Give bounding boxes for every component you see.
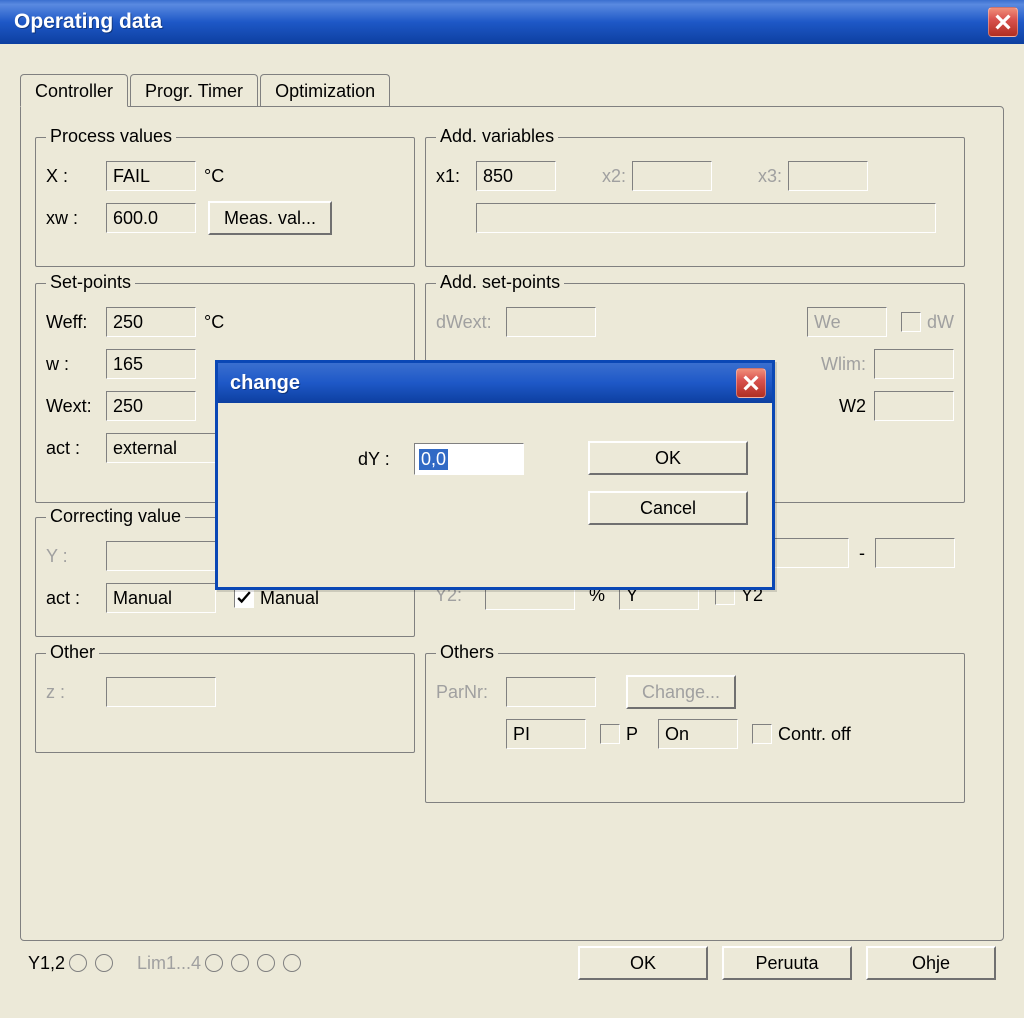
group-title: Other	[46, 642, 99, 663]
group-add-variables: Add. variables x1: 850 x2: x3:	[425, 137, 965, 267]
help-button[interactable]: Ohje	[866, 946, 996, 980]
w-label: w :	[46, 354, 106, 375]
close-icon[interactable]	[988, 7, 1018, 37]
corr-act-field: Manual	[106, 583, 216, 613]
lim3-radio	[257, 954, 275, 972]
y2-radio	[95, 954, 113, 972]
cancel-button[interactable]: Peruuta	[722, 946, 852, 980]
tab-progr-timer[interactable]: Progr. Timer	[130, 74, 258, 106]
cv-minus2-field	[875, 538, 955, 568]
dy-value: 0,0	[419, 449, 448, 470]
xw-field: 600.0	[106, 203, 196, 233]
we-field: We	[807, 307, 887, 337]
w2-field	[874, 391, 954, 421]
z-label: z :	[46, 682, 106, 703]
tab-optimization[interactable]: Optimization	[260, 74, 390, 106]
lim-label: Lim1...4	[137, 953, 201, 974]
group-title: Set-points	[46, 272, 135, 293]
parnr-field	[506, 677, 596, 707]
lim4-radio	[283, 954, 301, 972]
group-others: Others ParNr: Change... PI P On	[425, 653, 965, 803]
x2-field	[632, 161, 712, 191]
ok-button[interactable]: OK	[578, 946, 708, 980]
act-field: external	[106, 433, 216, 463]
x3-label: x3:	[732, 166, 782, 187]
manual-label: Manual	[260, 588, 319, 609]
p-checkbox	[600, 724, 620, 744]
lim2-radio	[231, 954, 249, 972]
x-label: X :	[46, 166, 106, 187]
y12-label: Y1,2	[28, 953, 65, 974]
dy-input[interactable]: 0,0	[414, 443, 524, 475]
dw-label: dW	[927, 312, 954, 333]
dwext-field	[506, 307, 596, 337]
group-title: Process values	[46, 126, 176, 147]
group-title: Others	[436, 642, 498, 663]
y1-radio	[69, 954, 87, 972]
x1-field: 850	[476, 161, 556, 191]
wext-field[interactable]: 250	[106, 391, 196, 421]
x3-field	[788, 161, 868, 191]
corr-act-label: act :	[46, 588, 106, 609]
dw-checkbox	[901, 312, 921, 332]
xw-label: xw :	[46, 208, 106, 229]
bottom-bar: Y1,2 Lim1...4 OK Peruuta Ohje	[20, 946, 1004, 980]
dwext-label: dWext:	[436, 312, 506, 333]
modal-titlebar: change	[218, 363, 772, 403]
w-field[interactable]: 165	[106, 349, 196, 379]
pi-field: PI	[506, 719, 586, 749]
change-dialog: change dY : 0,0 OK Cancel	[215, 360, 775, 590]
wlim-label: Wlim:	[806, 354, 866, 375]
w2-label: W2	[839, 396, 866, 417]
modal-ok-button[interactable]: OK	[588, 441, 748, 475]
group-other: Other z :	[35, 653, 415, 753]
controff-label: Contr. off	[778, 724, 851, 745]
modal-cancel-button[interactable]: Cancel	[588, 491, 748, 525]
tab-row: Controller Progr. Timer Optimization	[20, 70, 1004, 106]
group-title: Add. set-points	[436, 272, 564, 293]
change-button: Change...	[626, 675, 736, 709]
act-label: act :	[46, 438, 106, 459]
dy-label: dY :	[358, 449, 390, 470]
weff-label: Weff:	[46, 312, 106, 333]
manual-checkbox[interactable]	[234, 588, 254, 608]
close-icon[interactable]	[736, 368, 766, 398]
cv-minus-field	[769, 538, 849, 568]
meas-val-button[interactable]: Meas. val...	[208, 201, 332, 235]
lim1-radio	[205, 954, 223, 972]
x-field: FAIL	[106, 161, 196, 191]
x1-label: x1:	[436, 166, 476, 187]
x2-label: x2:	[576, 166, 626, 187]
window-title: Operating data	[14, 10, 162, 34]
main-titlebar: Operating data	[0, 0, 1024, 44]
x-unit: °C	[204, 166, 224, 187]
weff-unit: °C	[204, 312, 224, 333]
on-field: On	[658, 719, 738, 749]
parnr-label: ParNr:	[436, 682, 506, 703]
modal-title: change	[230, 372, 300, 395]
add-var-long-field	[476, 203, 936, 233]
z-field	[106, 677, 216, 707]
controff-checkbox	[752, 724, 772, 744]
group-title: Correcting value	[46, 506, 185, 527]
wext-label: Wext:	[46, 396, 106, 417]
weff-field: 250	[106, 307, 196, 337]
y-label: Y :	[46, 546, 106, 567]
group-title: Add. variables	[436, 126, 558, 147]
p-label: P	[626, 724, 638, 745]
group-process-values: Process values X : FAIL °C xw : 600.0 Me…	[35, 137, 415, 267]
wlim-field	[874, 349, 954, 379]
tab-controller[interactable]: Controller	[20, 74, 128, 107]
